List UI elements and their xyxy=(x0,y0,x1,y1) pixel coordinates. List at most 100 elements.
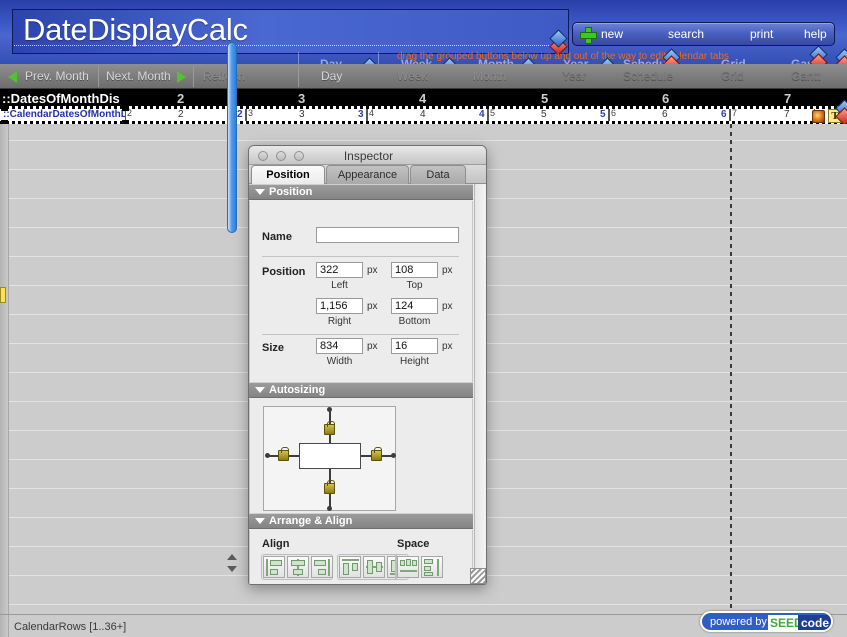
canvas-row-line xyxy=(0,604,847,605)
name-input[interactable] xyxy=(316,227,459,243)
bottom-input[interactable] xyxy=(391,298,438,314)
divider xyxy=(262,256,459,257)
cell-bold-number: 2 xyxy=(237,109,243,120)
space-label: Space xyxy=(397,538,430,550)
align-vertical-centers-button[interactable] xyxy=(363,556,385,578)
left-ruler-margin xyxy=(0,124,9,614)
tab-separator xyxy=(298,52,299,64)
top-caption: Top xyxy=(406,280,423,291)
code-text: code xyxy=(798,615,831,630)
align-horizontal-centers-button[interactable] xyxy=(287,556,309,578)
distribute-vertically-button[interactable] xyxy=(421,556,443,578)
status-left-margin xyxy=(0,615,9,637)
align-top-edges-button[interactable] xyxy=(339,556,361,578)
section-header-autosizing[interactable]: Autosizing xyxy=(249,382,473,398)
date-number: 3 xyxy=(298,91,306,106)
lock-icon[interactable] xyxy=(371,447,382,461)
cell-bold-number: 5 xyxy=(600,109,606,120)
height-input[interactable] xyxy=(391,338,438,354)
tab-ghost-year[interactable]: Year xyxy=(563,57,588,64)
cell-number: 4 xyxy=(420,109,426,120)
powered-by-text: powered by xyxy=(710,616,767,628)
chevron-down-icon[interactable] xyxy=(255,518,265,524)
cell-number: 5 xyxy=(541,109,547,120)
date-number: 5 xyxy=(541,91,549,106)
prev-month-button[interactable]: Prev. Month xyxy=(25,69,89,83)
next-month-arrow-icon[interactable] xyxy=(177,71,186,83)
section-header-arrange-align[interactable]: Arrange & Align xyxy=(249,513,473,529)
scroll-down-arrow-icon[interactable] xyxy=(227,566,237,572)
resize-grip[interactable] xyxy=(470,568,486,584)
section-header-position[interactable]: Position xyxy=(249,184,473,200)
cell-number: 2 xyxy=(178,109,184,120)
tab-ghost-week[interactable]: Week xyxy=(401,57,432,64)
inspector-window[interactable]: Inspector Position Appearance Data Posit… xyxy=(248,145,487,585)
cell-small-number: 6 xyxy=(611,108,617,118)
nav-tab-year[interactable]: Year xyxy=(562,69,586,83)
inspector-titlebar[interactable]: Inspector xyxy=(249,146,486,165)
toolbar-button-group[interactable]: new search print help xyxy=(572,22,835,46)
anchor-dot xyxy=(327,407,332,412)
page-break-guide xyxy=(730,124,732,614)
plus-icon xyxy=(580,27,597,44)
selection-handle[interactable] xyxy=(1,104,8,111)
tab-ghost-day[interactable]: Day xyxy=(320,57,342,64)
chevron-down-icon[interactable] xyxy=(255,189,265,195)
tab-appearance[interactable]: Appearance xyxy=(326,165,409,184)
chevron-down-icon[interactable] xyxy=(255,387,265,393)
inspector-tabbar[interactable]: Position Appearance Data xyxy=(249,165,486,184)
top-input[interactable] xyxy=(391,262,438,278)
cell-small-number: 3 xyxy=(248,108,254,118)
position-label: Position xyxy=(262,266,306,278)
left-input[interactable] xyxy=(316,262,363,278)
inspector-content: Position Name Position px Left px Top px… xyxy=(249,184,486,584)
selection-handle[interactable] xyxy=(122,104,129,111)
part-tab-marker[interactable] xyxy=(0,287,6,303)
inspector-scrollbar-track[interactable] xyxy=(474,184,486,572)
refresh-button[interactable]: Refresh xyxy=(203,69,245,83)
tab-ghost-month[interactable]: Month xyxy=(478,57,514,64)
search-button-label[interactable]: search xyxy=(668,27,704,41)
print-button-label[interactable]: print xyxy=(750,27,773,41)
distribute-horizontally-button[interactable] xyxy=(397,556,419,578)
scroll-up-arrow-icon[interactable] xyxy=(227,554,237,560)
tab-ghost-grid[interactable]: Grid xyxy=(721,57,746,64)
height-caption: Height xyxy=(400,356,429,367)
cell-number: 7 xyxy=(784,109,790,120)
anchor-dot xyxy=(327,506,332,511)
date-number: 6 xyxy=(662,91,670,106)
help-button-label[interactable]: help xyxy=(804,27,827,41)
section-title: Autosizing xyxy=(269,384,326,396)
cell-number: 3 xyxy=(299,109,305,120)
right-input[interactable] xyxy=(316,298,363,314)
width-input[interactable] xyxy=(316,338,363,354)
title-text-field[interactable]: DateDisplayCalc xyxy=(12,9,569,54)
inspector-title: Inspector xyxy=(343,149,394,163)
nav-tab-month[interactable]: Month xyxy=(473,69,506,83)
next-month-button[interactable]: Next. Month xyxy=(106,69,171,83)
inspector-scrollbar-thumb[interactable] xyxy=(227,42,237,233)
size-label: Size xyxy=(262,342,285,354)
tab-data[interactable]: Data xyxy=(410,165,466,184)
align-right-edges-button[interactable] xyxy=(311,556,333,578)
cell-small-number: 5 xyxy=(490,108,496,118)
lock-icon[interactable] xyxy=(324,421,335,435)
nav-tab-schedule[interactable]: Schedule xyxy=(623,69,673,83)
paint-bucket-icon[interactable] xyxy=(812,110,825,123)
autosizing-diagram[interactable] xyxy=(263,406,396,511)
nav-tab-week[interactable]: Week xyxy=(397,69,427,83)
new-button-label[interactable]: new xyxy=(601,27,623,41)
lock-icon[interactable] xyxy=(278,447,289,461)
nav-tab-gantt[interactable]: Gantt xyxy=(791,69,820,83)
align-left-edges-button[interactable] xyxy=(263,556,285,578)
calendar-navigation-bar: Prev. Month Next. Month Refresh Day Week… xyxy=(0,64,847,89)
prev-month-arrow-icon[interactable] xyxy=(8,71,17,83)
cell-number: 6 xyxy=(662,109,668,120)
tab-position[interactable]: Position xyxy=(251,165,325,184)
lock-icon[interactable] xyxy=(324,480,335,494)
nav-tab-grid[interactable]: Grid xyxy=(721,69,744,83)
seedcode-badge[interactable]: powered by SEED code xyxy=(700,611,833,632)
px-unit: px xyxy=(442,265,453,276)
nav-tab-day[interactable]: Day xyxy=(321,69,342,83)
px-unit: px xyxy=(367,301,378,312)
